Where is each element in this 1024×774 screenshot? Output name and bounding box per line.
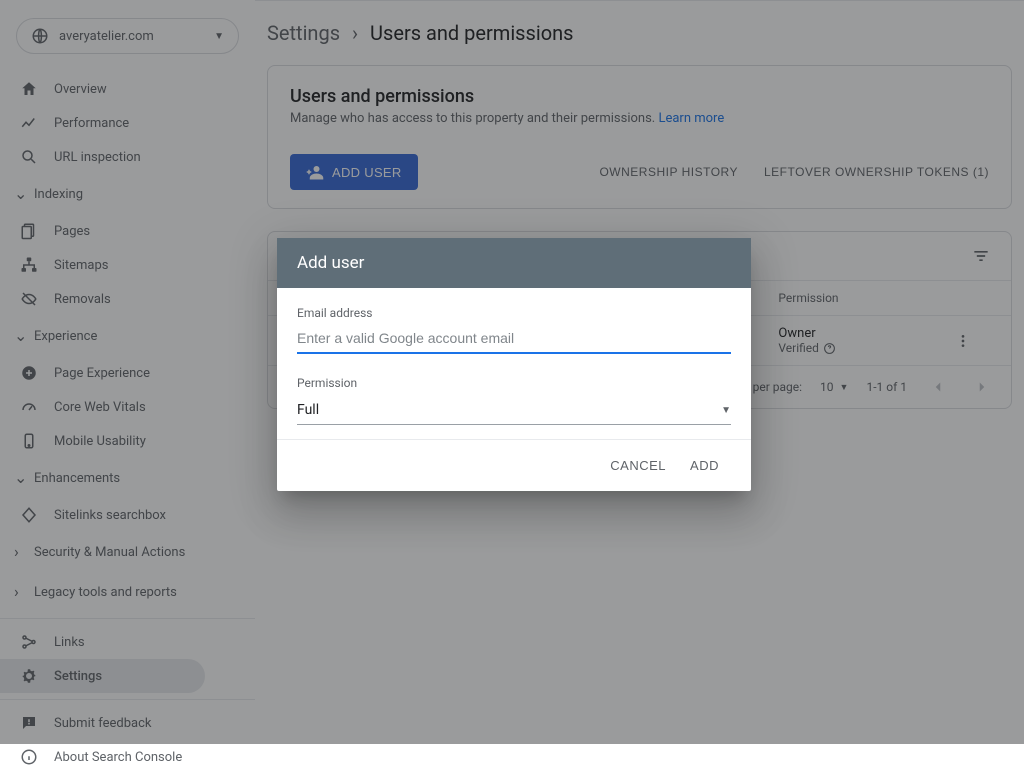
caret-down-icon: ▼: [721, 405, 731, 416]
info-icon: [20, 748, 44, 766]
nav-about[interactable]: About Search Console: [0, 740, 255, 774]
add-user-dialog: Add user Email address Permission Full ▼…: [277, 238, 751, 491]
nav-label: About Search Console: [54, 750, 182, 765]
permission-value: Full: [297, 402, 721, 418]
dialog-title: Add user: [277, 238, 751, 288]
email-label: Email address: [297, 306, 731, 320]
add-button[interactable]: ADD: [678, 450, 731, 481]
email-input[interactable]: [297, 326, 731, 354]
permission-select[interactable]: Full ▼: [297, 396, 731, 425]
cancel-button[interactable]: CANCEL: [598, 450, 678, 481]
permission-label: Permission: [297, 376, 731, 390]
